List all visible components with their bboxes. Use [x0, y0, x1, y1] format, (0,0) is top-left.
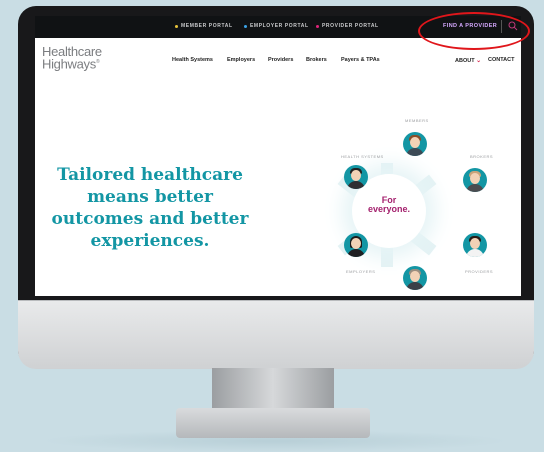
- avatar-member-face: [410, 137, 420, 148]
- avatar-broker: [463, 168, 487, 192]
- monitor-stand-neck: [212, 368, 334, 412]
- avatar-health-systems: [344, 165, 368, 189]
- avatar-employer-body: [347, 249, 365, 257]
- role-members: MEMBERS: [405, 118, 429, 123]
- role-brokers: BROKERS: [470, 154, 494, 159]
- avatar-employer: [344, 233, 368, 257]
- monitor-stand-foot: [176, 408, 370, 438]
- avatar-health-systems-body: [347, 181, 365, 189]
- avatar-employer-face: [351, 238, 361, 249]
- role-health-systems: HEALTH SYSTEMS: [341, 154, 384, 159]
- avatar-broker-body: [466, 184, 484, 192]
- role-employers: EMPLOYERS: [346, 269, 376, 274]
- avatar-provider: [463, 233, 487, 257]
- avatar-member: [403, 132, 427, 156]
- find-provider-highlight-ring: [418, 12, 530, 50]
- hub-line-2: everyone.: [367, 204, 411, 214]
- avatar-payer-body: [406, 282, 424, 290]
- hub-text: For everyone.: [354, 196, 424, 214]
- avatar-provider-face: [470, 238, 480, 249]
- role-providers: PROVIDERS: [465, 269, 494, 274]
- audience-diagram: For everyone. MEMBERS HEALTH SYSTEMS BRO…: [35, 16, 521, 296]
- avatar-member-body: [406, 148, 424, 156]
- avatar-broker-face: [470, 173, 480, 184]
- avatar-provider-body: [466, 249, 484, 257]
- avatar-payer-face: [410, 271, 420, 282]
- avatar-payer: [403, 266, 427, 290]
- monitor-chin: [18, 300, 534, 369]
- avatar-health-systems-face: [351, 170, 361, 181]
